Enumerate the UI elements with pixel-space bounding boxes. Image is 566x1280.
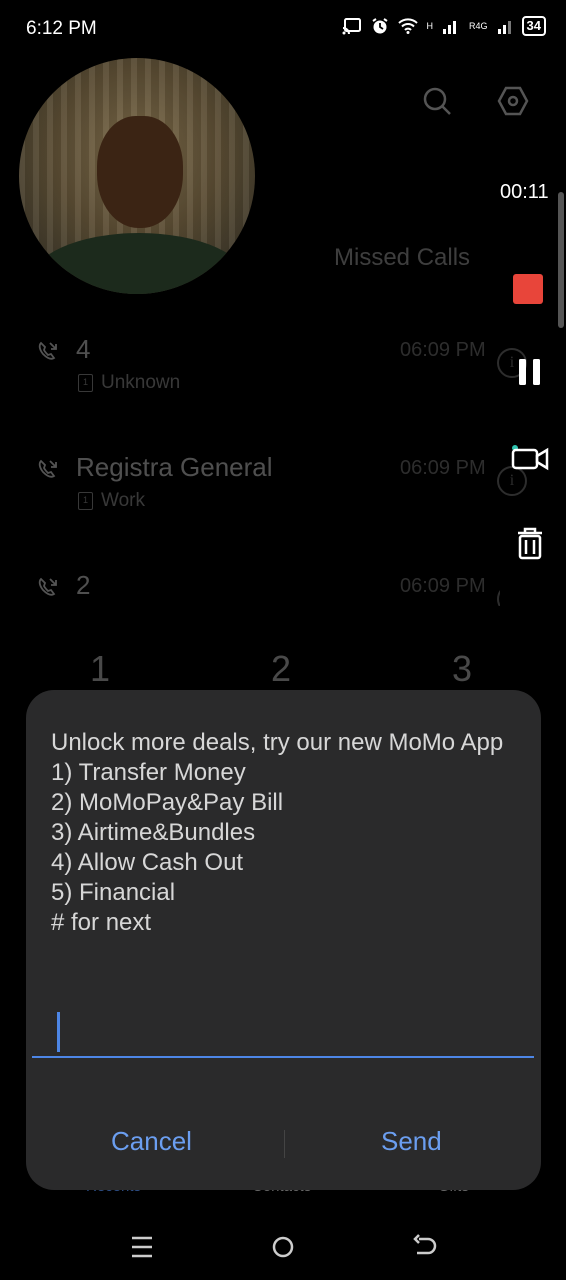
network-h: H (426, 21, 434, 31)
status-icons: H R4G 34 (342, 16, 546, 36)
recording-timer: 00:11 (500, 181, 549, 203)
search-icon[interactable] (420, 84, 454, 118)
call-row[interactable]: Registra General 1 Work 06:09 PM i (0, 448, 527, 558)
ussd-dialog: Unlock more deals, try our new MoMo App … (26, 690, 541, 1190)
battery-icon: 34 (521, 16, 546, 36)
call-row[interactable]: 2 06:09 PM i (0, 566, 500, 606)
call-sub: 1 Unknown (78, 372, 180, 394)
call-row[interactable]: 4 1 Unknown 06:09 PM i (0, 330, 527, 440)
missed-call-icon (38, 341, 57, 360)
ussd-input[interactable] (32, 1008, 534, 1058)
sim-icon: 1 (78, 492, 93, 510)
signal-2-icon (497, 21, 511, 34)
cancel-button[interactable]: Cancel (111, 1126, 192, 1157)
missed-call-icon (38, 577, 57, 596)
keypad-key-2[interactable]: 2 (271, 648, 291, 690)
back-icon[interactable] (409, 1232, 439, 1262)
call-label: Work (101, 490, 145, 511)
recorder-scrollbar[interactable] (558, 192, 564, 328)
missed-calls-tab[interactable]: Missed Calls (334, 244, 470, 272)
send-button[interactable]: Send (381, 1126, 442, 1157)
ussd-message: Unlock more deals, try our new MoMo App … (51, 729, 504, 936)
pause-icon[interactable] (510, 352, 550, 392)
home-icon[interactable] (268, 1232, 298, 1262)
call-time: 06:09 PM (400, 339, 486, 361)
call-label: Unknown (101, 372, 181, 393)
call-name: 2 (76, 570, 91, 600)
call-time: 06:09 PM (400, 575, 486, 597)
button-divider (284, 1130, 285, 1158)
cast-icon (342, 18, 361, 35)
sim-icon: 1 (78, 374, 93, 392)
alarm-icon (371, 18, 388, 34)
camera-icon[interactable] (510, 438, 550, 478)
info-icon[interactable]: i (497, 584, 500, 606)
webcam-overlay[interactable] (19, 58, 255, 294)
call-time: 06:09 PM (400, 457, 486, 479)
wifi-icon (397, 18, 418, 34)
keypad-key-1[interactable]: 1 (90, 648, 110, 690)
missed-call-icon (38, 459, 57, 478)
trash-icon[interactable] (510, 524, 550, 564)
keypad-key-3[interactable]: 3 (452, 648, 472, 690)
status-time: 6:12 PM (26, 18, 97, 39)
recents-menu-icon[interactable] (127, 1232, 157, 1262)
call-name: 4 (76, 334, 91, 364)
settings-icon[interactable] (496, 84, 530, 118)
signal-icon (443, 21, 457, 34)
network-label: R4G (469, 21, 488, 31)
call-name: Registra General (76, 452, 273, 482)
stop-icon[interactable] (513, 274, 543, 304)
text-caret (57, 1012, 60, 1052)
call-sub: 1 Work (78, 490, 145, 512)
